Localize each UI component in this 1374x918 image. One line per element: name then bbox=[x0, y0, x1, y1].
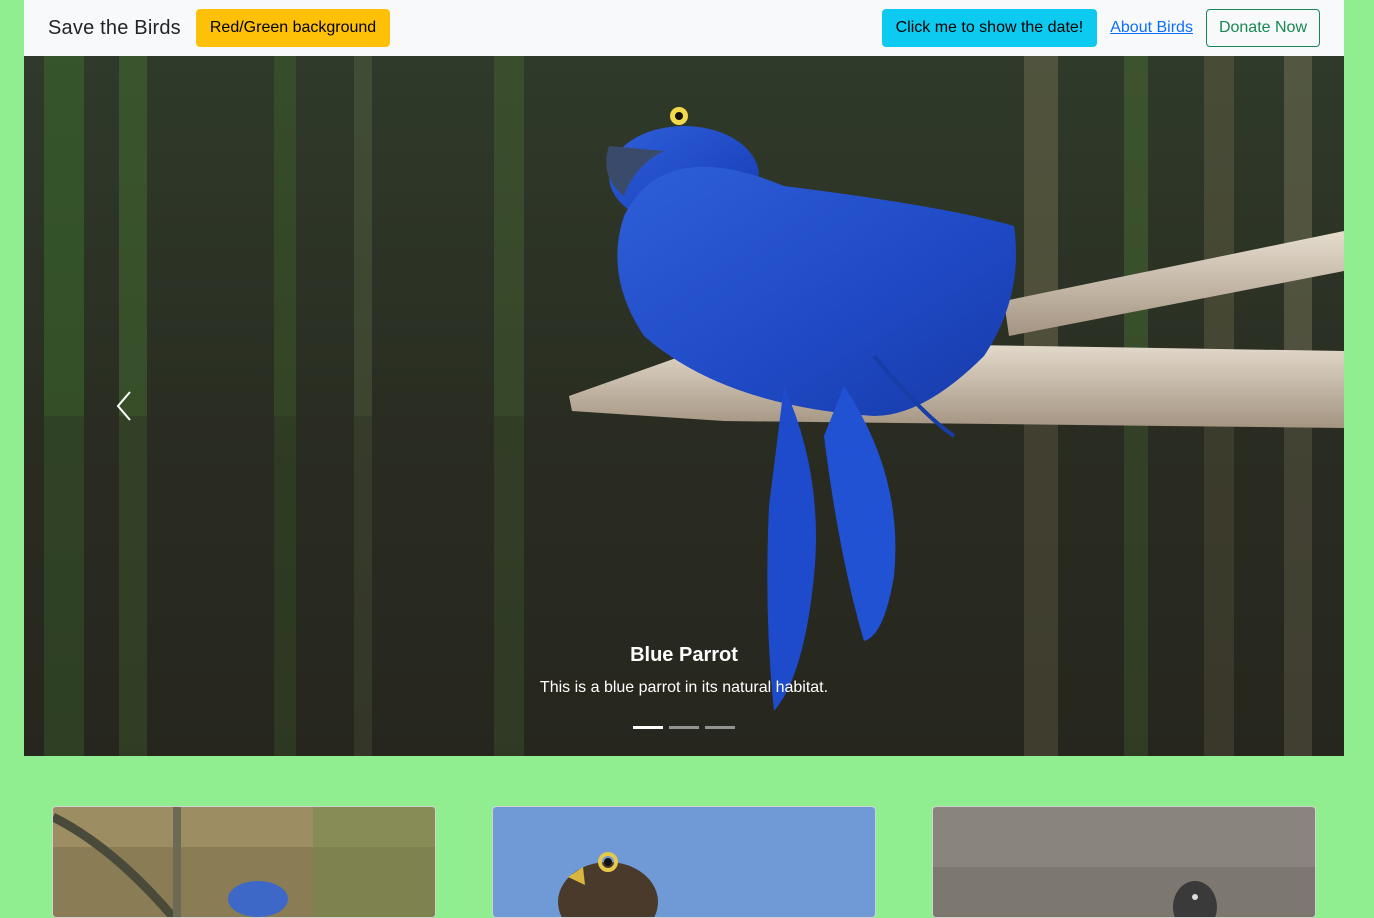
navbar: Save the Birds Red/Green background Clic… bbox=[24, 0, 1344, 56]
navbar-brand[interactable]: Save the Birds bbox=[48, 17, 181, 40]
navbar-right-group: Click me to show the date! About Birds D… bbox=[881, 9, 1320, 47]
carousel-indicator[interactable] bbox=[633, 726, 663, 729]
bird-card bbox=[492, 806, 876, 918]
page-container: Save the Birds Red/Green background Clic… bbox=[24, 0, 1344, 756]
bird-card bbox=[932, 806, 1316, 918]
background-toggle-button[interactable]: Red/Green background bbox=[195, 9, 391, 47]
falcon-photo bbox=[493, 807, 875, 917]
bird-card bbox=[52, 806, 436, 918]
bird-carousel: Blue Parrot This is a blue parrot in its… bbox=[24, 56, 1344, 756]
chevron-left-icon bbox=[116, 391, 131, 421]
blue-jay-photo bbox=[53, 807, 435, 917]
slide-caption-title: Blue Parrot bbox=[630, 644, 738, 666]
about-birds-link[interactable]: About Birds bbox=[1110, 19, 1193, 37]
gray-bird-photo bbox=[933, 807, 1315, 917]
carousel-indicators bbox=[633, 726, 735, 729]
carousel-indicator[interactable] bbox=[705, 726, 735, 729]
slide-caption-text: This is a blue parrot in its natural hab… bbox=[539, 679, 829, 696]
carousel-indicator[interactable] bbox=[669, 726, 699, 729]
show-date-button[interactable]: Click me to show the date! bbox=[881, 9, 1098, 47]
donate-button[interactable]: Donate Now bbox=[1205, 9, 1320, 47]
